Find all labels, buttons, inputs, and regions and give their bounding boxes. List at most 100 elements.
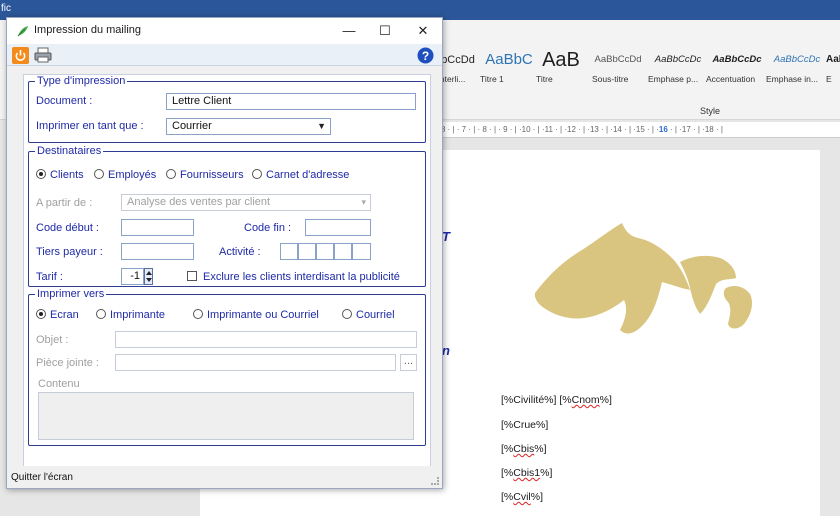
radio-dot — [193, 309, 203, 319]
subject-label: Objet : — [36, 334, 69, 346]
resize-grip-icon[interactable] — [431, 477, 439, 485]
print-type-legend: Type d'impression — [37, 75, 126, 87]
tariff-spinner[interactable] — [144, 268, 153, 285]
radio-label: Courriel — [356, 309, 395, 321]
app-leaf-icon — [17, 26, 28, 37]
ruler-scale: · 8 · | · 7 · | · 8 · | · 9 · | ·10 · | … — [436, 125, 659, 134]
word-title-fragment: fic — [1, 3, 11, 14]
merge-field: [%Cbis1%] — [501, 467, 553, 479]
content-label: Contenu — [38, 378, 80, 390]
chevron-down-icon: ▾ — [361, 197, 366, 207]
radio-dot — [252, 169, 262, 179]
style-group-label: Style — [700, 106, 721, 116]
style-label: E — [826, 74, 832, 84]
radio-dot — [36, 169, 46, 179]
checkbox-label: Exclure les clients interdisant la publi… — [203, 271, 400, 283]
help-icon[interactable]: ? — [417, 47, 434, 64]
radio-label: Fournisseurs — [180, 169, 244, 181]
radio-label: Clients — [50, 169, 84, 181]
radio-clients[interactable]: Clients — [36, 169, 84, 181]
minimize-button[interactable]: — — [331, 18, 367, 44]
code-start-field[interactable] — [121, 219, 194, 236]
activity-segmented-field[interactable] — [280, 243, 371, 260]
printer-icon[interactable] — [34, 46, 52, 64]
print-form: Type d'impression Document : Lettre Clie… — [23, 74, 431, 474]
tariff-label: Tarif : — [36, 271, 63, 283]
activity-segment[interactable] — [352, 243, 371, 260]
print-as-label: Imprimer en tant que : — [36, 120, 144, 132]
third-payer-field[interactable] — [121, 243, 194, 260]
chevron-down-icon: ▼ — [317, 121, 326, 131]
checkbox-box — [187, 271, 197, 281]
style-label: Titre 1 — [480, 74, 504, 84]
radio-screen[interactable]: Ecran — [36, 309, 79, 321]
style-gallery-item[interactable]: bCcDd interli... — [438, 48, 478, 96]
radio-printer-or-email[interactable]: Imprimante ou Courriel — [193, 309, 319, 321]
recipients-legend: Destinataires — [37, 145, 102, 157]
attachment-label: Pièce jointe : — [36, 357, 99, 369]
horse-head-logo — [534, 223, 752, 334]
radio-suppliers[interactable]: Fournisseurs — [166, 169, 244, 181]
tariff-field[interactable]: -1 — [121, 268, 144, 285]
document-field[interactable]: Lettre Client — [166, 93, 416, 110]
style-label: Accentuation — [706, 74, 756, 84]
radio-label: Imprimante — [110, 309, 166, 321]
style-preview: AaBl — [826, 54, 840, 65]
recipients-group: Destinataires — [28, 145, 426, 287]
status-text: Quitter l'écran — [11, 472, 73, 483]
radio-address-book[interactable]: Carnet d'adresse — [252, 169, 349, 181]
radio-dot — [342, 309, 352, 319]
from-value: Analyse des ventes par client — [127, 196, 271, 208]
radio-printer[interactable]: Imprimante — [96, 309, 165, 321]
power-quit-icon[interactable] — [12, 47, 29, 64]
maximize-button[interactable]: ☐ — [367, 18, 403, 44]
from-select[interactable]: Analyse des ventes par client ▾ — [121, 194, 371, 211]
document-text-fragment: n — [442, 343, 450, 358]
ruler-scale-tail: · | ·17 · | ·18 · | — [667, 125, 723, 134]
from-label: A partir de : — [36, 197, 93, 209]
radio-dot — [166, 169, 176, 179]
style-gallery-item[interactable]: AaBbCcDc Emphase p... — [648, 48, 708, 96]
style-label: Emphase p... — [648, 74, 699, 84]
radio-email[interactable]: Courriel — [342, 309, 395, 321]
horizontal-ruler: · 8 · | · 7 · | · 8 · | · 9 · | ·10 · | … — [436, 122, 840, 138]
activity-segment[interactable] — [334, 243, 352, 260]
exclude-advertising-checkbox[interactable]: Exclure les clients interdisant la publi… — [187, 271, 400, 283]
style-gallery-item[interactable]: AaB Titre — [536, 48, 586, 96]
radio-label: Carnet d'adresse — [266, 169, 350, 181]
style-preview: AaBbCcDc — [712, 54, 762, 65]
style-gallery-item[interactable]: AaBl E — [826, 48, 840, 96]
radio-dot — [94, 169, 104, 179]
browse-button[interactable]: ... — [400, 354, 417, 371]
radio-dot — [36, 309, 46, 319]
style-gallery-item[interactable]: AaBbCcDc Emphase in... — [766, 48, 828, 96]
radio-employees[interactable]: Employés — [94, 169, 156, 181]
style-preview: AaBbCcDc — [773, 54, 821, 65]
content-textarea[interactable] — [38, 392, 414, 440]
print-as-value: Courrier — [172, 120, 212, 132]
style-preview: AaBbCcDd — [594, 54, 642, 65]
third-payer-label: Tiers payeur : — [36, 246, 103, 258]
style-gallery-item[interactable]: AaBbCcDc Accentuation — [706, 48, 768, 96]
print-as-select[interactable]: Courrier ▼ — [166, 118, 331, 135]
style-gallery-item[interactable]: AaBbCcDd Sous-titre — [592, 48, 644, 96]
merge-field: [%Cbis%] — [501, 443, 547, 455]
ruler-indent-marker[interactable]: 16 — [659, 125, 668, 134]
dialog-title: Impression du mailing — [34, 24, 141, 36]
close-button[interactable]: ✕ — [405, 18, 441, 44]
activity-segment[interactable] — [298, 243, 316, 260]
style-label: Emphase in... — [766, 74, 818, 84]
dialog-toolbar: ? — [7, 44, 442, 66]
style-gallery-item[interactable]: AaBbC Titre 1 — [480, 48, 538, 96]
dialog-title-bar[interactable]: Impression du mailing — ☐ ✕ — [7, 18, 442, 44]
attachment-field[interactable] — [115, 354, 396, 371]
activity-segment[interactable] — [280, 243, 298, 260]
activity-segment[interactable] — [316, 243, 334, 260]
svg-text:?: ? — [422, 49, 429, 63]
code-end-field[interactable] — [305, 219, 371, 236]
activity-label: Activité : — [219, 246, 261, 258]
radio-dot — [96, 309, 106, 319]
subject-field[interactable] — [115, 331, 417, 348]
radio-label: Ecran — [50, 309, 79, 321]
style-label: Sous-titre — [592, 74, 629, 84]
